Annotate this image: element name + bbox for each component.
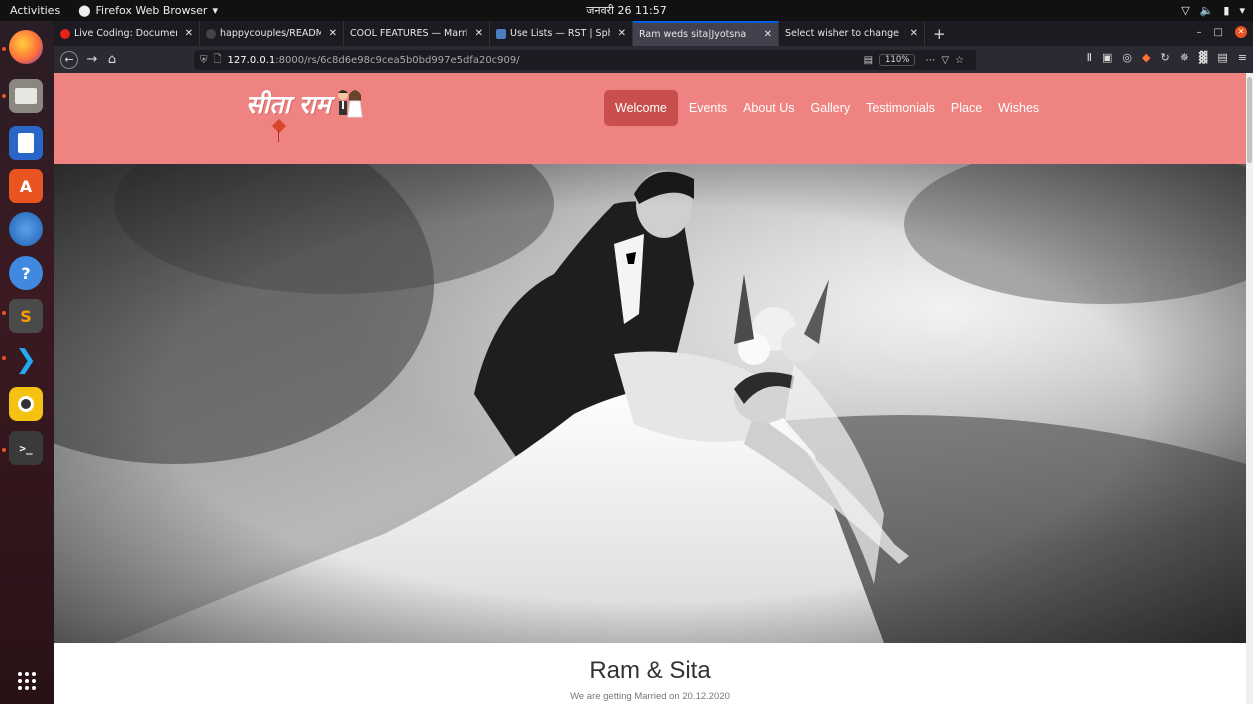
- hero-couple-photo: [54, 164, 1246, 643]
- nav-welcome[interactable]: Welcome: [604, 90, 678, 126]
- app-menu[interactable]: ⬤ Firefox Web Browser ▾: [78, 4, 218, 17]
- software-center-icon[interactable]: A: [9, 169, 43, 203]
- extension-icon[interactable]: ◆: [1142, 51, 1150, 64]
- site-header: सीता राम Welcome Events About Us Gallery…: [54, 73, 1246, 164]
- close-tab-icon[interactable]: ✕: [614, 28, 626, 39]
- reader-view-icon[interactable]: ▤: [864, 55, 873, 66]
- url-bar[interactable]: ⛨ 🗋 127.0.0.1 :8000/rs/6c8d6e98c9cea5b0b…: [194, 50, 976, 70]
- url-path: :8000/rs/6c8d6e98c9cea5b0bd997e5dfa20c90…: [275, 54, 520, 66]
- system-top-bar: Activities ⬤ Firefox Web Browser ▾ जनवरी…: [0, 0, 1253, 21]
- chevron-down-icon: ▾: [212, 4, 218, 17]
- url-host: 127.0.0.1: [227, 54, 276, 66]
- extension-grid-icon[interactable]: ▓: [1199, 51, 1207, 64]
- bookmark-star-icon[interactable]: ☆: [955, 55, 964, 66]
- running-indicator: [2, 47, 6, 51]
- writer-icon[interactable]: [9, 126, 43, 160]
- github-favicon-icon: [206, 28, 216, 39]
- library-icon[interactable]: Ⅱ: [1087, 51, 1092, 64]
- page-info-icon: 🗋: [213, 53, 222, 65]
- maximize-icon[interactable]: □: [1214, 27, 1223, 38]
- thunderbird-icon[interactable]: [9, 212, 43, 246]
- tab-ram-weds-sita[interactable]: Ram weds sita|Jyotsna ✕: [633, 21, 779, 46]
- running-indicator: [2, 356, 6, 360]
- site-logo[interactable]: सीता राम: [246, 85, 394, 151]
- terminal-icon[interactable]: >_: [9, 431, 43, 465]
- tab-strip: Live Coding: Documenta ✕ happycouples/RE…: [54, 21, 1253, 46]
- wifi-icon: ▽: [1181, 4, 1190, 17]
- new-tab-button[interactable]: +: [925, 25, 954, 43]
- forward-button[interactable]: →: [82, 52, 102, 67]
- nav-about-us[interactable]: About Us: [735, 90, 802, 126]
- running-indicator: [2, 448, 6, 452]
- close-tab-icon[interactable]: ✕: [906, 28, 918, 39]
- back-button[interactable]: ←: [60, 50, 78, 69]
- close-tab-icon[interactable]: ✕: [471, 28, 483, 39]
- clock[interactable]: जनवरी 26 11:57: [586, 4, 666, 17]
- files-icon[interactable]: [9, 79, 43, 113]
- home-button[interactable]: ⌂: [102, 52, 122, 67]
- volume-icon: 🔈: [1199, 4, 1214, 17]
- page-scrollbar[interactable]: [1246, 73, 1253, 704]
- battery-icon: ▮: [1223, 4, 1230, 17]
- chevron-down-icon: ▾: [1239, 4, 1245, 17]
- kite-icon: [271, 118, 287, 134]
- extension-window-icon[interactable]: ▤: [1217, 51, 1227, 64]
- navigation-toolbar: ← → ⌂ ⛨ 🗋 127.0.0.1 :8000/rs/6c8d6e98c9c…: [54, 46, 1253, 73]
- sidebar-icon[interactable]: ▣: [1102, 51, 1112, 64]
- firefox-icon[interactable]: [9, 30, 43, 64]
- minimize-icon[interactable]: –: [1197, 27, 1202, 38]
- shield-icon: ⛨: [200, 54, 208, 66]
- close-tab-icon[interactable]: ✕: [181, 28, 193, 39]
- rhythmbox-icon[interactable]: [9, 387, 43, 421]
- tab-use-lists[interactable]: Use Lists — RST | Sphinx ✕: [490, 21, 633, 46]
- help-icon[interactable]: ?: [9, 256, 43, 290]
- zoom-level[interactable]: 110%: [879, 54, 916, 66]
- intro-section: Ram & Sita We are getting Married on 20.…: [54, 643, 1246, 704]
- tab-readme[interactable]: happycouples/README. ✕: [200, 21, 344, 46]
- nav-place[interactable]: Place: [943, 90, 990, 126]
- nav-gallery[interactable]: Gallery: [803, 90, 859, 126]
- pocket-icon[interactable]: ▽: [941, 55, 949, 66]
- sphinx-favicon-icon: [496, 28, 506, 39]
- menu-icon[interactable]: ≡: [1238, 51, 1247, 64]
- close-tab-icon[interactable]: ✕: [325, 28, 337, 39]
- account-icon[interactable]: ◎: [1122, 51, 1132, 64]
- system-tray[interactable]: ▽ 🔈 ▮ ▾: [1181, 4, 1245, 17]
- kite-tail: [278, 130, 279, 142]
- page-actions-icon[interactable]: ⋯: [925, 55, 935, 66]
- web-page: सीता राम Welcome Events About Us Gallery…: [54, 73, 1246, 704]
- nav-events[interactable]: Events: [681, 90, 735, 126]
- logo-text: सीता राम: [246, 90, 331, 119]
- nav-wishes[interactable]: Wishes: [990, 90, 1047, 126]
- main-nav: Welcome Events About Us Gallery Testimon…: [604, 90, 1047, 126]
- couple-names-heading: Ram & Sita: [589, 657, 711, 684]
- show-applications-icon[interactable]: [18, 672, 36, 690]
- extension-gear-icon[interactable]: ✵: [1180, 51, 1189, 64]
- running-indicator: [2, 94, 6, 98]
- tab-live-coding[interactable]: Live Coding: Documenta ✕: [54, 21, 200, 46]
- running-indicator: [2, 311, 6, 315]
- couple-icon: [338, 90, 364, 118]
- dock: A ? S ❯ >_: [0, 21, 54, 704]
- close-window-icon[interactable]: ✕: [1235, 26, 1247, 38]
- youtube-favicon-icon: [60, 28, 70, 39]
- close-tab-icon[interactable]: ✕: [760, 29, 772, 40]
- app-menu-label: Firefox Web Browser: [95, 4, 208, 17]
- nav-testimonials[interactable]: Testimonials: [858, 90, 943, 126]
- activities-button[interactable]: Activities: [0, 4, 70, 17]
- vscode-icon[interactable]: ❯: [9, 343, 43, 377]
- reload-extension-icon[interactable]: ↻: [1160, 51, 1169, 64]
- firefox-app-icon: ⬤: [78, 4, 91, 17]
- scrollbar-thumb[interactable]: [1247, 77, 1252, 163]
- tab-select-wisher[interactable]: Select wisher to change | Dj ✕: [779, 21, 925, 46]
- tab-cool-features[interactable]: COOL FEATURES — Marriag ✕: [344, 21, 490, 46]
- wedding-date-text: We are getting Married on 20.12.2020: [570, 691, 730, 702]
- sublime-text-icon[interactable]: S: [9, 299, 43, 333]
